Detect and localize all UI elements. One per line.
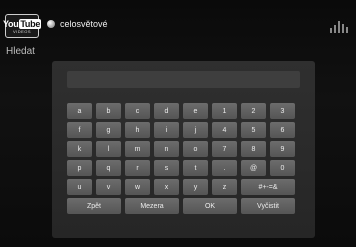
space-button[interactable]: Mezera bbox=[125, 198, 179, 214]
key-1[interactable]: 1 bbox=[212, 103, 237, 119]
key-7[interactable]: 7 bbox=[212, 141, 237, 157]
key-l[interactable]: l bbox=[96, 141, 121, 157]
key-symbols[interactable]: #+-=& bbox=[241, 179, 295, 195]
key-a[interactable]: a bbox=[67, 103, 92, 119]
key-z[interactable]: z bbox=[212, 179, 237, 195]
globe-icon bbox=[47, 20, 55, 28]
key-m[interactable]: m bbox=[125, 141, 150, 157]
clear-button[interactable]: Vyčistit bbox=[241, 198, 295, 214]
key-e[interactable]: e bbox=[183, 103, 208, 119]
key-q[interactable]: q bbox=[96, 160, 121, 176]
key-c[interactable]: c bbox=[125, 103, 150, 119]
key-t[interactable]: t bbox=[183, 160, 208, 176]
key-b[interactable]: b bbox=[96, 103, 121, 119]
search-input[interactable] bbox=[67, 71, 300, 88]
key-h[interactable]: h bbox=[125, 122, 150, 138]
key-g[interactable]: g bbox=[96, 122, 121, 138]
key-r[interactable]: r bbox=[125, 160, 150, 176]
key-x[interactable]: x bbox=[154, 179, 179, 195]
key-0[interactable]: 0 bbox=[270, 160, 295, 176]
youtube-logo: You Tube VIDEOS bbox=[2, 14, 42, 38]
key-v[interactable]: v bbox=[96, 179, 121, 195]
key-i[interactable]: i bbox=[154, 122, 179, 138]
key-4[interactable]: 4 bbox=[212, 122, 237, 138]
ok-button[interactable]: OK bbox=[183, 198, 237, 214]
logo-tube-text: Tube bbox=[19, 18, 42, 29]
keyboard-keys: a b c d e 1 2 3 f g h i j 4 5 6 k l m n … bbox=[67, 103, 300, 214]
key-3[interactable]: 3 bbox=[270, 103, 295, 119]
key-6[interactable]: 6 bbox=[270, 122, 295, 138]
youtube-search-screen: You Tube VIDEOS celosvětové Hledat a b c … bbox=[0, 0, 356, 247]
region-selector[interactable]: celosvětové bbox=[47, 19, 108, 29]
key-n[interactable]: n bbox=[154, 141, 179, 157]
search-title: Hledat bbox=[6, 46, 35, 57]
key-p[interactable]: p bbox=[67, 160, 92, 176]
key-o[interactable]: o bbox=[183, 141, 208, 157]
region-label: celosvětové bbox=[60, 19, 108, 29]
back-button[interactable]: Zpět bbox=[67, 198, 121, 214]
key-u[interactable]: u bbox=[67, 179, 92, 195]
key-d[interactable]: d bbox=[154, 103, 179, 119]
key-9[interactable]: 9 bbox=[270, 141, 295, 157]
key-s[interactable]: s bbox=[154, 160, 179, 176]
key-2[interactable]: 2 bbox=[241, 103, 266, 119]
logo-you-text: You bbox=[2, 18, 19, 29]
key-period[interactable]: . bbox=[212, 160, 237, 176]
keyboard-panel: a b c d e 1 2 3 f g h i j 4 5 6 k l m n … bbox=[52, 61, 315, 238]
key-w[interactable]: w bbox=[125, 179, 150, 195]
key-5[interactable]: 5 bbox=[241, 122, 266, 138]
logo-videos-text: VIDEOS bbox=[12, 28, 32, 34]
signal-bars-icon bbox=[330, 19, 348, 33]
key-at[interactable]: @ bbox=[241, 160, 266, 176]
key-y[interactable]: y bbox=[183, 179, 208, 195]
key-j[interactable]: j bbox=[183, 122, 208, 138]
key-f[interactable]: f bbox=[67, 122, 92, 138]
key-k[interactable]: k bbox=[67, 141, 92, 157]
key-8[interactable]: 8 bbox=[241, 141, 266, 157]
